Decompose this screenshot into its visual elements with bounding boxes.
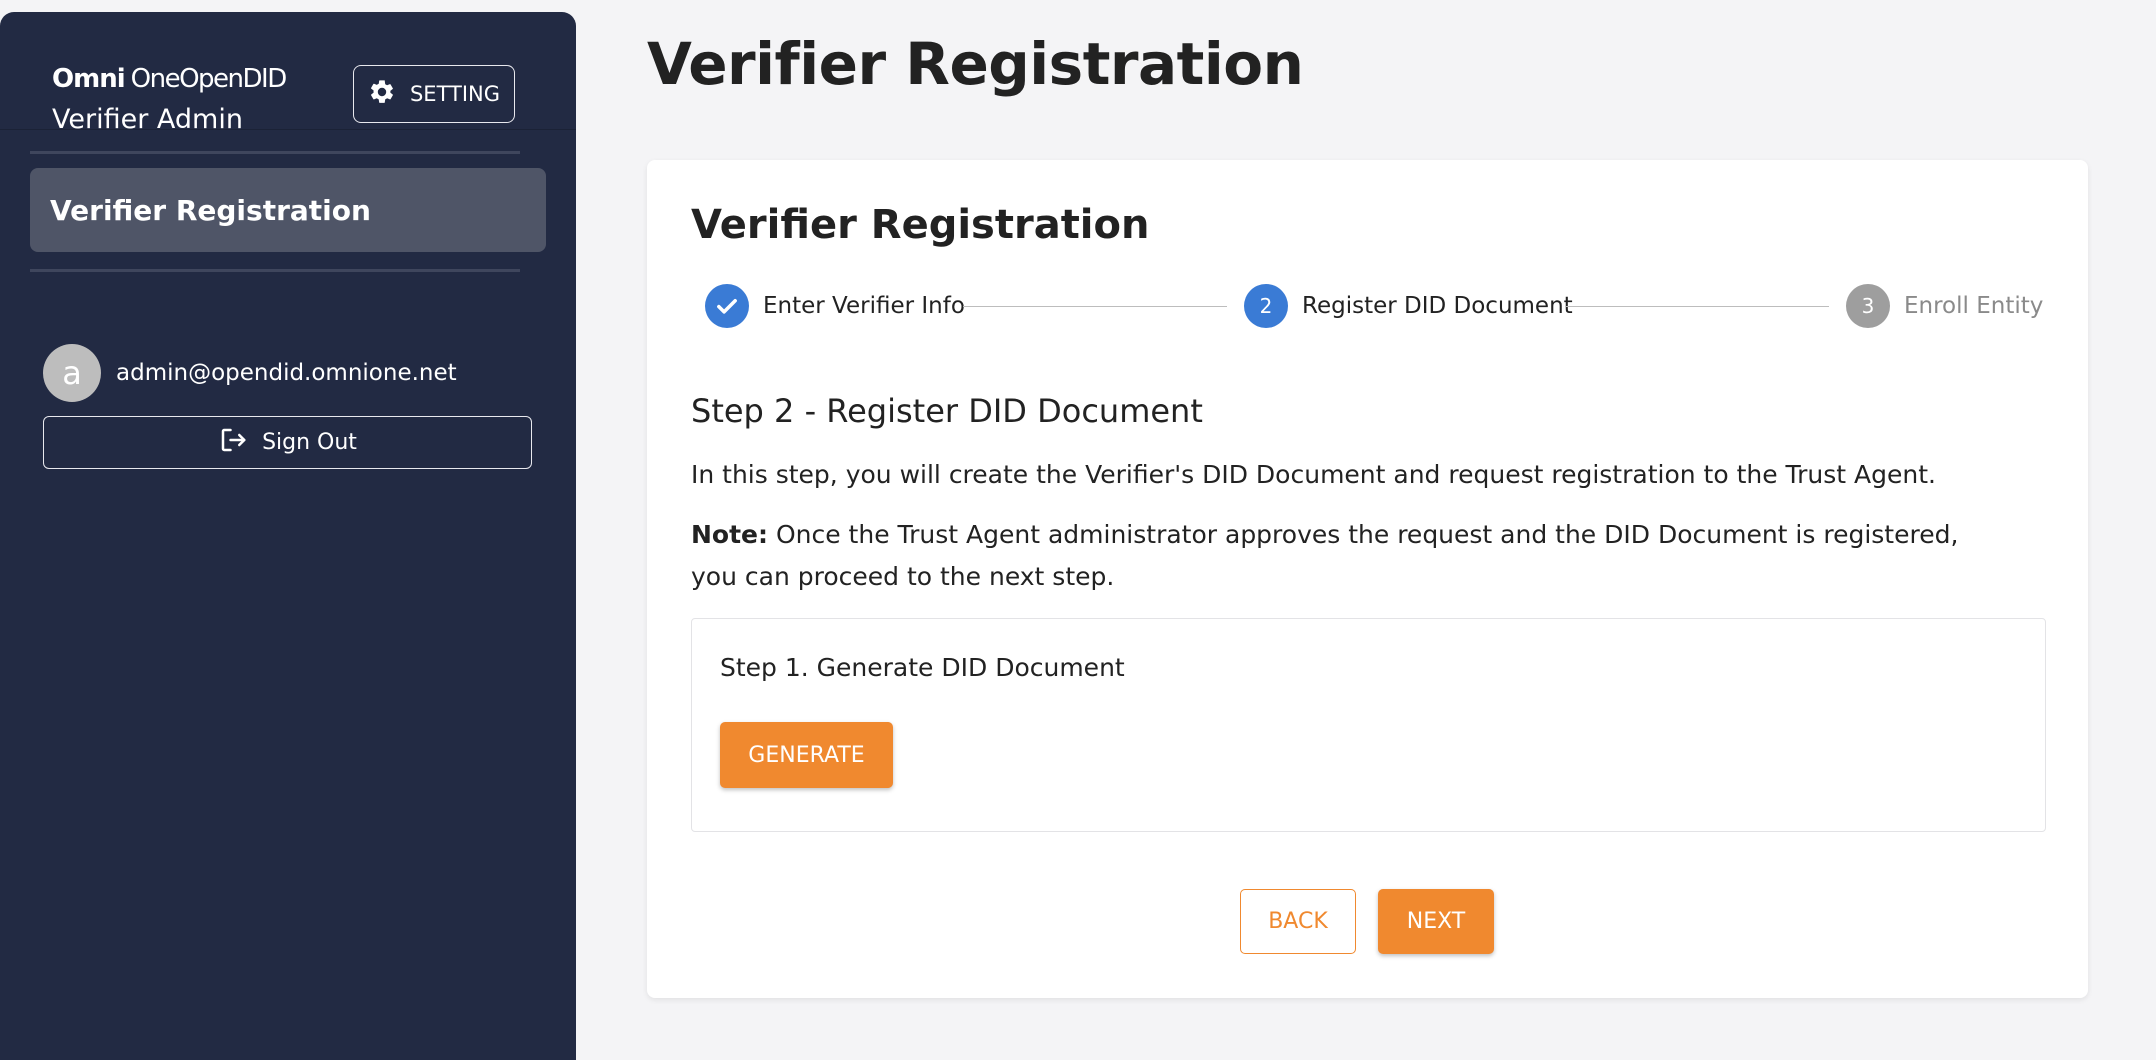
stepper: Enter Verifier Info 2 Register DID Docum…: [705, 284, 2065, 328]
check-icon: [705, 284, 749, 328]
setting-label: SETTING: [409, 82, 501, 106]
sidebar-divider: [30, 151, 520, 154]
logout-icon: [218, 425, 248, 461]
back-button[interactable]: BACK: [1240, 889, 1356, 954]
sign-out-button[interactable]: Sign Out: [43, 416, 532, 469]
step-2-label: Register DID Document: [1302, 293, 1573, 319]
logo-text: OneOpenDID: [130, 64, 288, 94]
sign-out-label: Sign Out: [262, 430, 357, 455]
step-3-number: 3: [1846, 284, 1890, 328]
sidebar-divider: [30, 269, 520, 272]
intro-text: In this step, you will create the Verifi…: [691, 460, 1936, 489]
setting-button[interactable]: SETTING: [353, 65, 515, 123]
user-info: a admin@opendid.omnione.net: [43, 344, 457, 402]
page-title: Verifier Registration: [647, 30, 1304, 98]
app-name: Verifier Admin: [52, 104, 243, 135]
step-3: 3 Enroll Entity: [1846, 284, 2043, 328]
generate-button[interactable]: GENERATE: [720, 722, 893, 788]
step-connector: [963, 306, 1227, 307]
note-text: Note: Once the Trust Agent administrator…: [691, 514, 1991, 598]
note-line-2: you can proceed to the next step.: [691, 562, 1115, 591]
step-connector: [1565, 306, 1829, 307]
generate-did-panel: Step 1. Generate DID Document GENERATE: [691, 618, 2046, 832]
step-1-label: Enter Verifier Info: [763, 293, 965, 319]
logo: Omni OneOpenDID: [52, 62, 288, 96]
brand-header: Omni OneOpenDID Verifier Admin SETTING: [0, 12, 576, 135]
avatar: a: [43, 344, 101, 402]
note-line-1: Once the Trust Agent administrator appro…: [768, 520, 1959, 549]
step-2-number: 2: [1244, 284, 1288, 328]
next-button[interactable]: NEXT: [1378, 889, 1494, 954]
card-title: Verifier Registration: [691, 202, 1150, 248]
sidebar-item-label: Verifier Registration: [50, 193, 371, 227]
registration-card: Verifier Registration Enter Verifier Inf…: [647, 160, 2088, 998]
logo-mark: Omni: [52, 64, 126, 94]
step-3-label: Enroll Entity: [1904, 293, 2044, 319]
step-2: 2 Register DID Document: [1244, 284, 1573, 328]
gear-icon: [368, 78, 396, 111]
user-email: admin@opendid.omnione.net: [116, 360, 457, 386]
sidebar-item-verifier-registration[interactable]: Verifier Registration: [30, 168, 546, 252]
note-label: Note:: [691, 520, 769, 549]
generate-did-title: Step 1. Generate DID Document: [720, 653, 1125, 682]
step-1: Enter Verifier Info: [705, 284, 965, 328]
section-heading: Step 2 - Register DID Document: [691, 392, 1203, 430]
sidebar: Omni OneOpenDID Verifier Admin SETTING V…: [0, 12, 576, 1060]
